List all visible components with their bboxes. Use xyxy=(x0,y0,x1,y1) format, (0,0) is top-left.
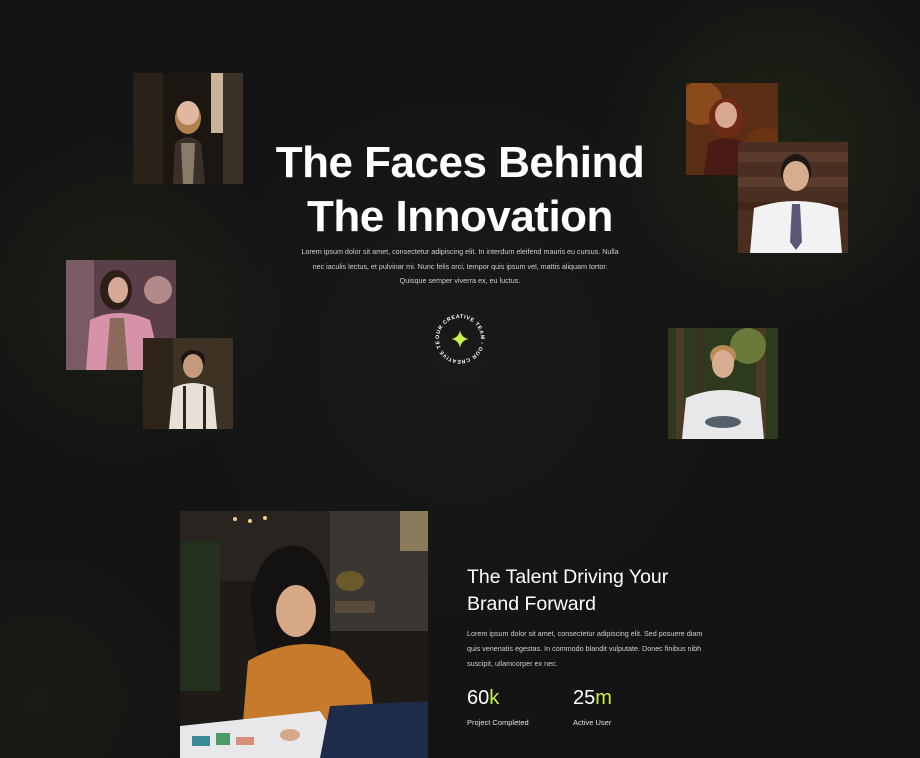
team-photo-blonde-woman xyxy=(133,73,243,184)
hero-title-line2: The Innovation xyxy=(307,192,613,241)
stat-users-suffix: m xyxy=(595,687,612,709)
stat-projects-suffix: k xyxy=(489,687,500,709)
stat-users-label: Active User xyxy=(573,718,612,727)
hero-title-line1: The Faces Behind xyxy=(275,138,645,187)
stat-users-number: 25 xyxy=(573,687,596,709)
stat-users: 25m Active User xyxy=(573,686,612,728)
stat-projects-label: Project Completed xyxy=(467,718,529,727)
team-photo-man-tie xyxy=(738,142,848,253)
svg-text:OUR CREATIVE TEAM - OUR CREATI: OUR CREATIVE TEAM - OUR CREATIVE TEAM - xyxy=(423,310,485,364)
talent-description: Lorem ipsum dolor sit amet, consectetur … xyxy=(467,629,703,668)
stat-projects-value: 60k xyxy=(467,686,529,710)
talent-title: The Talent Driving Your Brand Forward xyxy=(467,564,727,618)
stat-projects-number: 60 xyxy=(467,687,490,709)
team-photo-man-hoodie xyxy=(668,328,778,439)
team-photo-man-suspenders xyxy=(143,338,233,429)
stat-users-value: 25m xyxy=(573,686,612,710)
hero-description: Lorem ipsum dolor sit amet, consectetur … xyxy=(301,247,619,285)
hero-title: The Faces Behind The Innovation xyxy=(230,136,690,244)
sparkle-icon xyxy=(451,330,469,348)
stat-projects: 60k Project Completed xyxy=(467,686,529,728)
talent-photo-woman-working xyxy=(180,511,428,758)
talent-title-line1: The Talent Driving Your xyxy=(467,566,669,588)
creative-team-badge: OUR CREATIVE TEAM - OUR CREATIVE TEAM - xyxy=(423,310,497,368)
badge-text: OUR CREATIVE TEAM - OUR CREATIVE TEAM - xyxy=(423,310,485,364)
talent-title-line2: Brand Forward xyxy=(467,593,596,615)
